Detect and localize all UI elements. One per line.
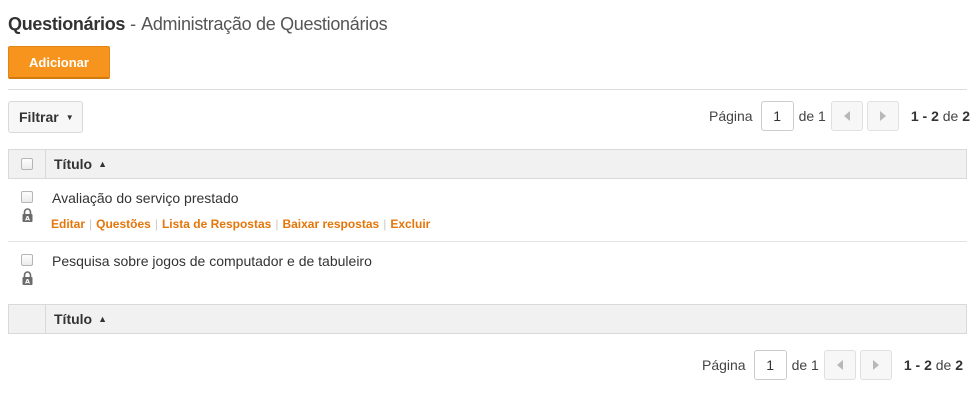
column-footer-title[interactable]: Título ▲ (46, 311, 107, 327)
edit-link[interactable]: Editar (51, 217, 85, 231)
lock-icon: A (22, 208, 33, 222)
results-of: de (935, 357, 952, 373)
select-all-cell (9, 150, 46, 178)
table-row: A Pesquisa sobre jogos de computador e d… (8, 242, 967, 304)
responses-list-link[interactable]: Lista de Respostas (162, 217, 271, 231)
questions-link[interactable]: Questões (96, 217, 151, 231)
results-count: 1 - 2 de 2 (904, 357, 963, 373)
results-total: 2 (962, 108, 971, 124)
sort-asc-icon: ▲ (98, 314, 108, 324)
results-range: 1 - 2 (910, 108, 939, 124)
download-responses-link[interactable]: Baixar respostas (282, 217, 379, 231)
sort-asc-icon: ▲ (98, 159, 108, 169)
svg-text:A: A (24, 278, 29, 285)
filter-label: Filtrar (19, 109, 59, 125)
caret-down-icon: ▼ (65, 112, 74, 122)
row-checkbox[interactable] (21, 191, 33, 203)
table-header: Título ▲ (8, 149, 967, 179)
row-controls: A (20, 254, 34, 285)
column-title-label: Título (54, 311, 93, 327)
page-subtitle: Administração de Questionários (141, 14, 388, 34)
next-page-button[interactable] (859, 350, 892, 380)
column-header-title[interactable]: Título ▲ (46, 156, 107, 172)
action-divider: | (89, 217, 93, 231)
page-number-input[interactable] (760, 101, 794, 131)
page-of-label: de 1 (791, 357, 819, 373)
row-title[interactable]: Pesquisa sobre jogos de computador e de … (52, 253, 372, 269)
page-title: Questionários - Administração de Questio… (8, 14, 388, 35)
row-controls: A (20, 191, 34, 222)
pager-top: Página de 1 1 - 2 de 2 (709, 100, 970, 132)
action-divider: | (383, 217, 387, 231)
chevron-left-icon (836, 360, 843, 370)
results-count: 1 - 2 de 2 (911, 108, 970, 124)
action-divider: | (154, 217, 158, 231)
chevron-right-icon (872, 360, 879, 370)
header-divider (8, 89, 967, 90)
page-title-main: Questionários (8, 14, 126, 34)
page-label: Página (702, 357, 746, 373)
add-button[interactable]: Adicionar (8, 46, 110, 79)
delete-link[interactable]: Excluir (390, 217, 430, 231)
action-divider: | (275, 217, 279, 231)
next-page-button[interactable] (866, 101, 899, 131)
table-footer: Título ▲ (8, 304, 967, 334)
footer-check-cell (9, 305, 46, 333)
row-title[interactable]: Avaliação do serviço prestado (52, 190, 239, 206)
prev-page-button[interactable] (830, 101, 863, 131)
select-all-checkbox[interactable] (21, 158, 33, 170)
results-range: 1 - 2 (903, 357, 932, 373)
title-separator: - (125, 14, 142, 34)
table-row: A Avaliação do serviço prestado Editar | Q… (8, 179, 967, 242)
column-title-label: Título (54, 156, 93, 172)
questionnaire-table: Título ▲ A Avaliação do serviço prestado… (8, 149, 967, 334)
page-of-label: de 1 (798, 108, 826, 124)
pager-bottom: Página de 1 1 - 2 de 2 (702, 349, 963, 381)
row-checkbox[interactable] (21, 254, 33, 266)
page-label: Página (709, 108, 753, 124)
row-actions: Editar | Questões | Lista de Respostas | Baixa… (51, 217, 430, 231)
svg-text:A: A (24, 215, 29, 222)
filter-button[interactable]: Filtrar ▼ (8, 101, 83, 133)
results-of: de (942, 108, 959, 124)
results-total: 2 (955, 357, 964, 373)
lock-icon: A (22, 271, 33, 285)
page-number-input[interactable] (753, 350, 787, 380)
prev-page-button[interactable] (823, 350, 856, 380)
chevron-left-icon (843, 111, 850, 121)
chevron-right-icon (879, 111, 886, 121)
